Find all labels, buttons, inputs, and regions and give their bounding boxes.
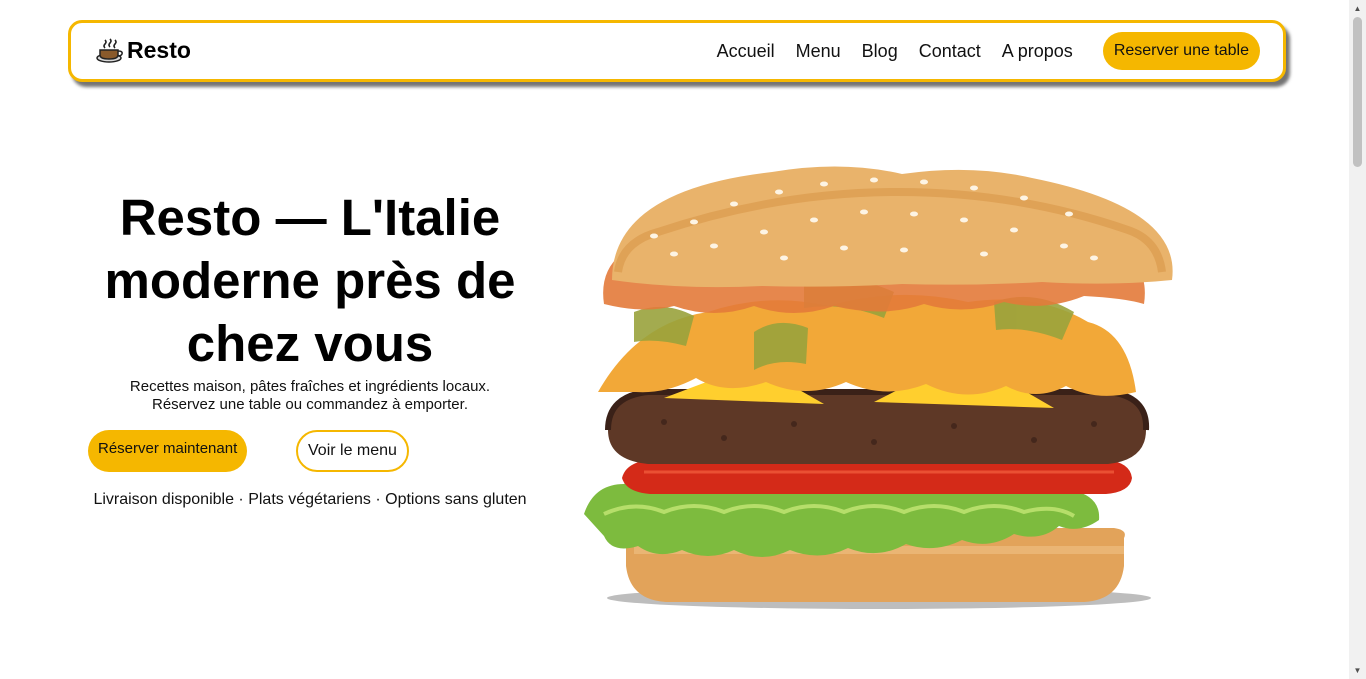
hero-subtitle-line-2: Réservez une table ou commandez à emport…	[151, 396, 468, 413]
nav-link-menu[interactable]: Menu	[796, 33, 841, 69]
hero-subtitle-line-1: Recettes maison, pâtes fraîches et ingré…	[129, 378, 491, 395]
brand-logo[interactable]: Resto	[95, 37, 191, 64]
scrollbar-thumb[interactable]	[1353, 17, 1362, 167]
scroll-up-arrow-icon[interactable]: ▲	[1349, 0, 1366, 17]
scroll-down-arrow-icon[interactable]: ▼	[1349, 662, 1366, 679]
nav-link-blog[interactable]: Blog	[862, 33, 898, 69]
nav-link-accueil[interactable]: Accueil	[717, 33, 775, 69]
reserve-now-button[interactable]: Réserver maintenant	[88, 430, 248, 472]
nav-link-a-propos[interactable]: A propos	[1002, 33, 1073, 69]
hero-buttons: Réserver maintenant Voir le menu	[88, 430, 548, 474]
hero-features: Livraison disponible · Plats végétariens…	[93, 491, 527, 508]
page-scrollbar[interactable]: ▲ ▼	[1349, 0, 1366, 679]
hero-text: Resto — L'Italie moderne près de chez vo…	[60, 186, 560, 508]
reserve-table-button[interactable]: Reserver une table	[1102, 32, 1260, 70]
burger-image	[584, 166, 1173, 609]
nav-links: Accueil Menu Blog Contact A propos Reser…	[717, 32, 1260, 70]
brand-name: Resto	[127, 37, 191, 63]
coffee-cup-icon	[96, 37, 123, 63]
hero-title: Resto — L'Italie moderne près de chez vo…	[104, 189, 516, 372]
view-menu-button[interactable]: Voir le menu	[296, 430, 409, 472]
site-navbar: Resto Accueil Menu Blog Contact A propos…	[68, 20, 1286, 82]
nav-link-contact[interactable]: Contact	[919, 33, 981, 69]
